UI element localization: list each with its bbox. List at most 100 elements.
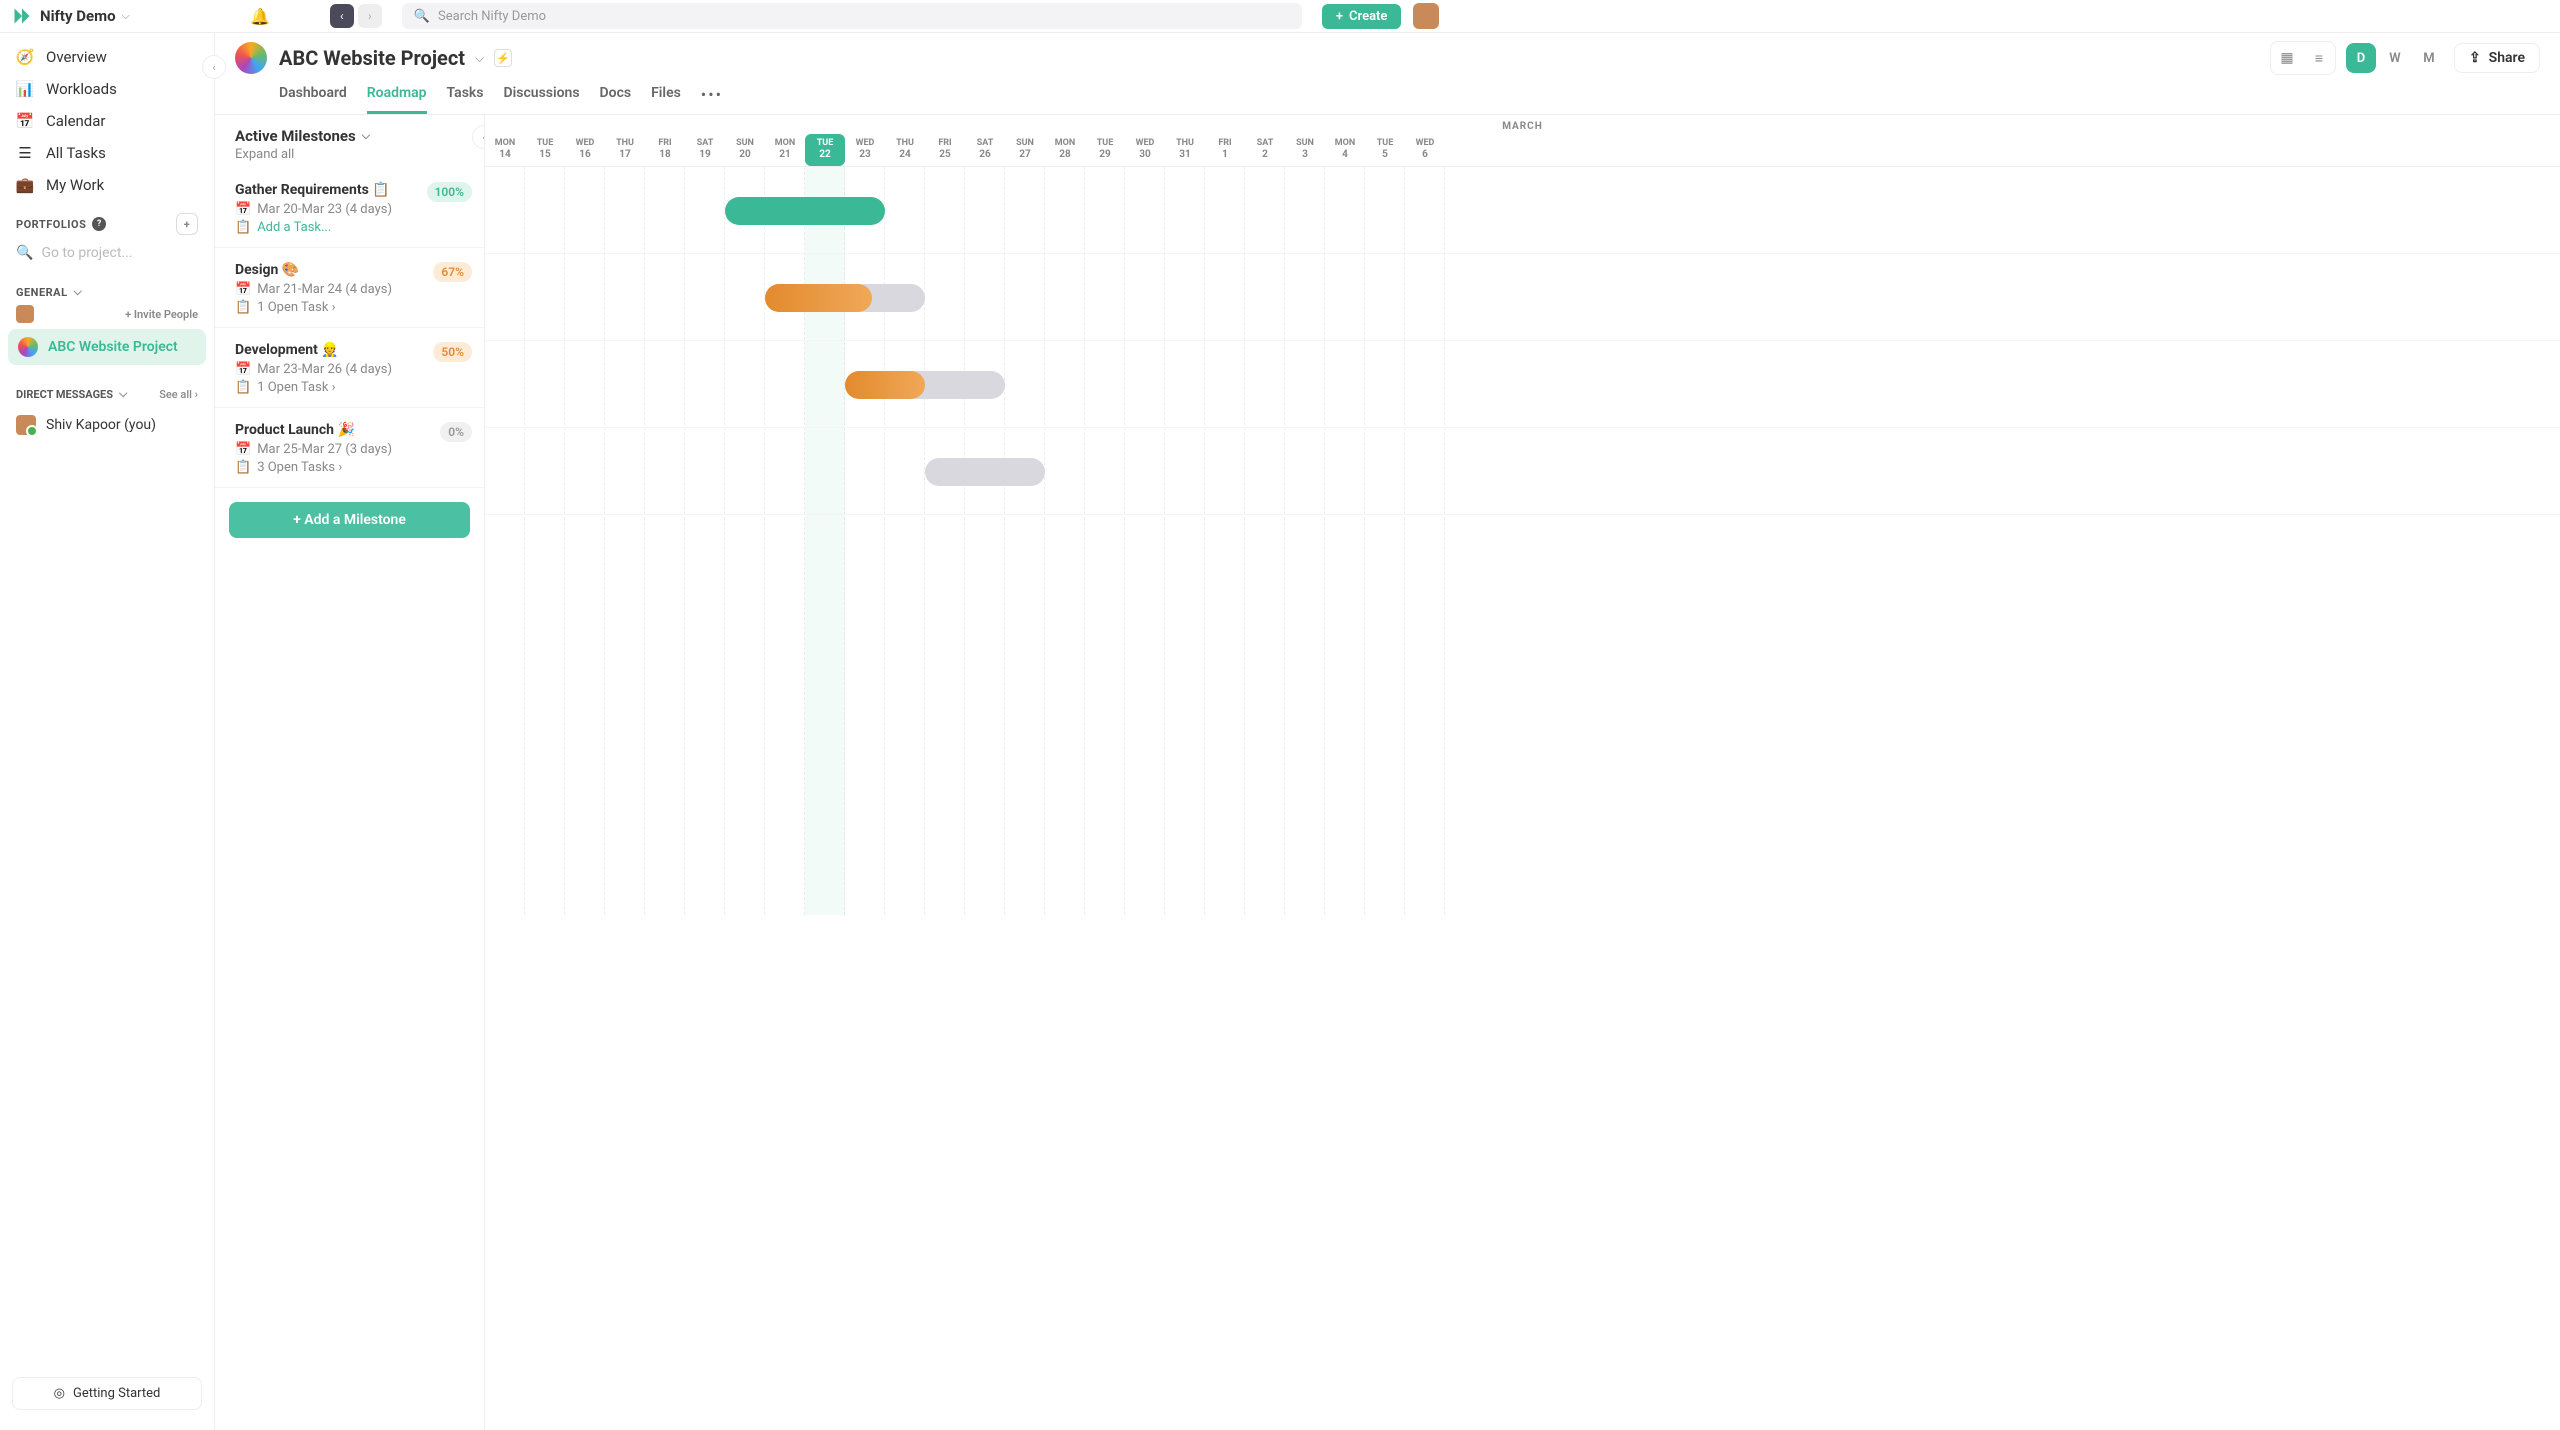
tab-docs[interactable]: Docs	[600, 77, 632, 114]
project-icon	[235, 42, 267, 74]
list-view-button[interactable]: ≡	[2303, 42, 2335, 74]
sidebar-item-all-tasks[interactable]: ☰All Tasks	[0, 137, 214, 169]
gantt-body[interactable]	[485, 167, 2560, 915]
search-input[interactable]: 🔍 Search Nifty Demo	[402, 3, 1302, 29]
tab-tasks[interactable]: Tasks	[447, 77, 484, 114]
milestone-name: Development 👷	[235, 342, 464, 358]
invite-people-button[interactable]: + Invite People	[125, 308, 198, 321]
day-cell[interactable]: WED30	[1125, 134, 1165, 166]
create-button[interactable]: + Create	[1322, 4, 1402, 29]
chevron-down-icon[interactable]: ⌵	[122, 9, 130, 23]
sidebar-item-calendar[interactable]: 📅Calendar	[0, 105, 214, 137]
gantt-row[interactable]	[485, 428, 2560, 515]
sidebar-item-overview[interactable]: 🧭Overview	[0, 41, 214, 73]
day-cell[interactable]: TUE5	[1365, 134, 1405, 166]
zoom-month-button[interactable]: M	[2414, 43, 2444, 73]
tab-roadmap[interactable]: Roadmap	[367, 77, 427, 114]
day-cell[interactable]: THU24	[885, 134, 925, 166]
day-cell[interactable]: MON21	[765, 134, 805, 166]
gantt-bar[interactable]	[725, 197, 885, 225]
sidebar-collapse-button[interactable]: ‹	[202, 55, 226, 79]
milestone-item[interactable]: Gather Requirements 📋📅Mar 20-Mar 23 (4 d…	[215, 168, 484, 248]
tab-more-button[interactable]: •••	[701, 77, 723, 114]
day-cell[interactable]: SAT26	[965, 134, 1005, 166]
workspace-name[interactable]: Nifty Demo	[40, 7, 116, 25]
day-cell[interactable]: MON28	[1045, 134, 1085, 166]
member-avatar[interactable]	[16, 305, 34, 323]
sidebar-project-abc-website[interactable]: ABC Website Project	[8, 329, 206, 365]
gantt-row[interactable]	[485, 341, 2560, 428]
day-cell[interactable]: FRI18	[645, 134, 685, 166]
chevron-down-icon[interactable]: ⌵	[475, 51, 484, 66]
milestone-panel-header: Active Milestones ⌵ Expand all	[215, 115, 484, 168]
milestone-task-link[interactable]: 📋1 Open Task ›	[235, 380, 464, 395]
chevron-down-icon: ⌵	[362, 129, 370, 143]
portfolios-header: PORTFOLIOS ? +	[0, 201, 214, 241]
general-header[interactable]: GENERAL ⌵	[0, 273, 214, 305]
gantt-bar[interactable]	[765, 284, 925, 312]
milestone-task-link[interactable]: 📋1 Open Task ›	[235, 300, 464, 315]
milestone-item[interactable]: Product Launch 🎉📅Mar 25-Mar 27 (3 days)📋…	[215, 408, 484, 488]
day-cell[interactable]: SUN20	[725, 134, 765, 166]
task-icon: 📋	[235, 460, 251, 475]
day-cell[interactable]: TUE22	[805, 134, 845, 166]
sidebar-item-my-work[interactable]: 💼My Work	[0, 169, 214, 201]
add-portfolio-button[interactable]: +	[176, 213, 198, 235]
getting-started-button[interactable]: ◎ Getting Started	[12, 1377, 202, 1410]
day-cell[interactable]: WED23	[845, 134, 885, 166]
day-cell[interactable]: SAT19	[685, 134, 725, 166]
dm-user-item[interactable]: Shiv Kapoor (you)	[0, 407, 214, 443]
milestone-item[interactable]: Design 🎨📅Mar 21-Mar 24 (4 days)📋1 Open T…	[215, 248, 484, 328]
milestone-task-link[interactable]: 📋3 Open Tasks ›	[235, 460, 464, 475]
search-icon: 🔍	[16, 245, 33, 261]
day-cell[interactable]: FRI1	[1205, 134, 1245, 166]
gantt-chart[interactable]: MARCH MON14TUE15WED16THU17FRI18SAT19SUN2…	[485, 115, 2560, 1430]
add-milestone-button[interactable]: + Add a Milestone	[229, 502, 470, 538]
nav-back-button[interactable]: ‹	[330, 4, 354, 28]
gantt-row[interactable]	[485, 254, 2560, 341]
dm-avatar	[16, 415, 36, 435]
milestone-item[interactable]: Development 👷 📅Mar 23-Mar 26 (4 days) 📋1 O…	[215, 328, 484, 408]
expand-all-button[interactable]: Expand all	[235, 147, 464, 162]
day-cell[interactable]: TUE15	[525, 134, 565, 166]
project-title[interactable]: ABC Website Project	[279, 46, 465, 70]
goto-project-input[interactable]: 🔍 Go to project...	[0, 241, 214, 273]
project-icon	[18, 337, 38, 357]
day-cell[interactable]: TUE29	[1085, 134, 1125, 166]
day-cell[interactable]: WED16	[565, 134, 605, 166]
bell-icon[interactable]: 🔔	[250, 7, 270, 26]
gantt-bar[interactable]	[925, 458, 1045, 486]
gantt-row[interactable]	[485, 167, 2560, 254]
day-cell[interactable]: SUN27	[1005, 134, 1045, 166]
tab-discussions[interactable]: Discussions	[504, 77, 580, 114]
day-cell[interactable]: THU31	[1165, 134, 1205, 166]
day-cell[interactable]: SAT2	[1245, 134, 1285, 166]
bolt-icon[interactable]: ⚡	[494, 49, 512, 67]
nav-arrows: ‹ ›	[330, 4, 382, 28]
day-cell[interactable]: MON4	[1325, 134, 1365, 166]
day-cell[interactable]: SUN3	[1285, 134, 1325, 166]
day-cell[interactable]: THU17	[605, 134, 645, 166]
search-placeholder: Search Nifty Demo	[438, 9, 546, 24]
milestone-percent: 50%	[433, 342, 472, 362]
help-icon[interactable]: ?	[92, 217, 106, 231]
chevron-down-icon: ⌵	[119, 387, 127, 401]
user-avatar[interactable]	[1413, 3, 1439, 29]
share-button[interactable]: ⇪ Share	[2454, 43, 2540, 73]
milestone-date: 📅Mar 23-Mar 26 (4 days)	[235, 362, 464, 377]
zoom-day-button[interactable]: D	[2346, 43, 2376, 73]
day-cell[interactable]: WED6	[1405, 134, 1445, 166]
active-milestones-dropdown[interactable]: Active Milestones ⌵	[235, 127, 464, 145]
day-cell[interactable]: MON14	[485, 134, 525, 166]
sidebar-item-workloads[interactable]: 📊Workloads	[0, 73, 214, 105]
nav-forward-button[interactable]: ›	[358, 4, 382, 28]
tab-dashboard[interactable]: Dashboard	[279, 77, 347, 114]
gantt-bar[interactable]	[845, 371, 1005, 399]
see-all-button[interactable]: See all ›	[159, 388, 198, 401]
zoom-week-button[interactable]: W	[2380, 43, 2410, 73]
grid-view-button[interactable]: ▦	[2271, 42, 2303, 74]
milestone-task-link[interactable]: 📋Add a Task...	[235, 220, 464, 235]
tab-files[interactable]: Files	[651, 77, 681, 114]
dm-header[interactable]: DIRECT MESSAGES ⌵ See all ›	[0, 371, 214, 407]
day-cell[interactable]: FRI25	[925, 134, 965, 166]
